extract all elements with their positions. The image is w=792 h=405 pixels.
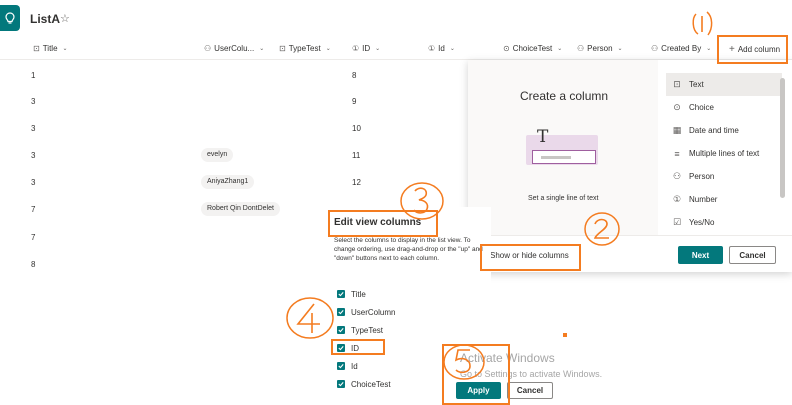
column-header-row: ⊡ Title ⌄ ⚇ UserColu... ⌄ ⊡ TypeTest ⌄ ①… [0, 38, 792, 60]
yesno-icon: ☑ [672, 217, 682, 227]
column-header-usercolumn[interactable]: ⚇ UserColu... ⌄ [204, 44, 264, 53]
column-type-choice[interactable]: ⊙ Choice [666, 96, 782, 119]
column-type-person[interactable]: ⚇ Person [666, 165, 782, 188]
cell-id: 10 [352, 124, 361, 133]
person-icon: ⚇ [204, 44, 212, 53]
number-icon: ① [352, 44, 360, 53]
column-type-date-time[interactable]: ▦ Date and time [666, 119, 782, 142]
person-icon: ⚇ [577, 44, 585, 53]
column-type-number[interactable]: ① Number [666, 188, 782, 211]
column-header-id-lower[interactable]: ① Id ⌄ [428, 44, 455, 53]
annotation-step-4 [286, 297, 334, 339]
annotation-box-add-column [717, 35, 788, 64]
annotation-step-1 [692, 11, 713, 36]
column-header-person[interactable]: ⚇ Person ⌄ [577, 44, 623, 53]
column-type-text[interactable]: ⊡ Text [666, 73, 782, 96]
chevron-down-icon: ⌄ [259, 46, 265, 52]
cell-id: 11 [352, 151, 361, 160]
table-row[interactable]: 1 8 [0, 63, 470, 89]
user-persona-chip[interactable]: evelyn [201, 148, 234, 162]
column-checkbox-choicetest[interactable]: ChoiceTest [337, 377, 391, 391]
choice-icon: ⊙ [503, 44, 510, 53]
cell-title: 7 [31, 233, 36, 242]
column-checkbox-typetest[interactable]: TypeTest [337, 323, 383, 337]
cell-title: 7 [31, 205, 36, 214]
annotation-dot [563, 333, 567, 337]
column-type-list: ⊡ Text ⊙ Choice ▦ Date and time ≡ Multip… [666, 73, 782, 234]
annotation-step-5 [443, 344, 485, 380]
cell-id: 9 [352, 97, 357, 106]
column-type-preview: Create a column T Set a single line of t… [468, 60, 658, 235]
column-type-multiline[interactable]: ≡ Multiple lines of text [666, 142, 782, 165]
edit-view-columns-description: Select the columns to display in the lis… [334, 237, 483, 262]
chevron-down-icon: ⌄ [557, 46, 563, 52]
number-icon: ① [428, 44, 436, 53]
text-icon: ⊡ [33, 44, 40, 53]
column-header-typetest[interactable]: ⊡ TypeTest ⌄ [279, 44, 331, 53]
checkbox-checked-icon[interactable] [337, 326, 345, 334]
multiline-icon: ≡ [674, 148, 680, 159]
chevron-down-icon: ⌄ [375, 46, 381, 52]
column-checkbox-id-lower[interactable]: Id [337, 359, 358, 373]
text-icon: ⊡ [673, 79, 681, 89]
chevron-down-icon: ⌄ [449, 46, 455, 52]
preview-input-field [532, 150, 596, 164]
table-row[interactable]: 3 9 [0, 89, 470, 115]
choice-icon: ⊙ [673, 102, 681, 112]
checkbox-checked-icon[interactable] [337, 308, 345, 316]
table-row[interactable]: 3 evelyn 11 [0, 143, 470, 169]
edit-cancel-button[interactable]: Cancel [507, 382, 553, 399]
person-icon: ⚇ [651, 44, 659, 53]
text-icon: ⊡ [279, 44, 286, 53]
checkbox-checked-icon[interactable] [337, 362, 345, 370]
column-header-choicetest[interactable]: ⊙ ChoiceTest ⌄ [503, 44, 562, 53]
cell-title: 3 [31, 178, 36, 187]
favorite-star-icon[interactable]: ☆ [60, 12, 70, 25]
annotation-step-3 [400, 182, 444, 220]
preview-caption: Set a single line of text [528, 195, 599, 202]
chevron-down-icon: ⌄ [617, 46, 623, 52]
cancel-button[interactable]: Cancel [729, 246, 776, 264]
app-logo [0, 5, 20, 31]
table-row[interactable]: 3 10 [0, 116, 470, 142]
cell-id: 12 [352, 178, 361, 187]
type-list-scrollbar[interactable] [780, 78, 785, 198]
column-header-id[interactable]: ① ID ⌄ [352, 44, 380, 53]
text-type-glyph: T [537, 127, 549, 147]
create-column-title: Create a column [520, 89, 609, 103]
column-header-title[interactable]: ⊡ Title ⌄ [33, 44, 68, 53]
column-header-created-by[interactable]: ⚇ Created By ⌄ [651, 44, 711, 53]
cell-title: 3 [31, 151, 36, 160]
list-title: ListA [30, 12, 60, 26]
user-persona-chip[interactable]: AniyaZhang1 [201, 175, 255, 189]
chevron-down-icon: ⌄ [706, 46, 712, 52]
checkbox-checked-icon[interactable] [337, 290, 345, 298]
checkbox-checked-icon[interactable] [337, 380, 345, 388]
annotation-box-show-hide [480, 244, 581, 271]
annotation-step-2 [584, 212, 620, 246]
number-icon: ① [672, 194, 682, 204]
chevron-down-icon: ⌄ [62, 46, 68, 52]
cell-title: 1 [31, 71, 36, 80]
person-icon: ⚇ [672, 171, 682, 181]
column-checkbox-usercolumn[interactable]: UserColumn [337, 305, 395, 319]
cell-title: 3 [31, 124, 36, 133]
calendar-icon: ▦ [672, 125, 682, 135]
cell-title: 8 [31, 260, 36, 269]
next-button[interactable]: Next [678, 246, 723, 264]
create-column-panel: Create a column T Set a single line of t… [468, 60, 792, 272]
cell-id: 8 [352, 71, 357, 80]
user-persona-chip[interactable]: Robert Qin DontDelet [201, 202, 280, 216]
column-type-yes-no[interactable]: ☑ Yes/No [666, 211, 782, 234]
cell-title: 3 [31, 97, 36, 106]
annotation-box-id-checkbox [331, 339, 385, 355]
column-checkbox-title[interactable]: Title [337, 287, 366, 301]
chevron-down-icon: ⌄ [325, 46, 331, 52]
